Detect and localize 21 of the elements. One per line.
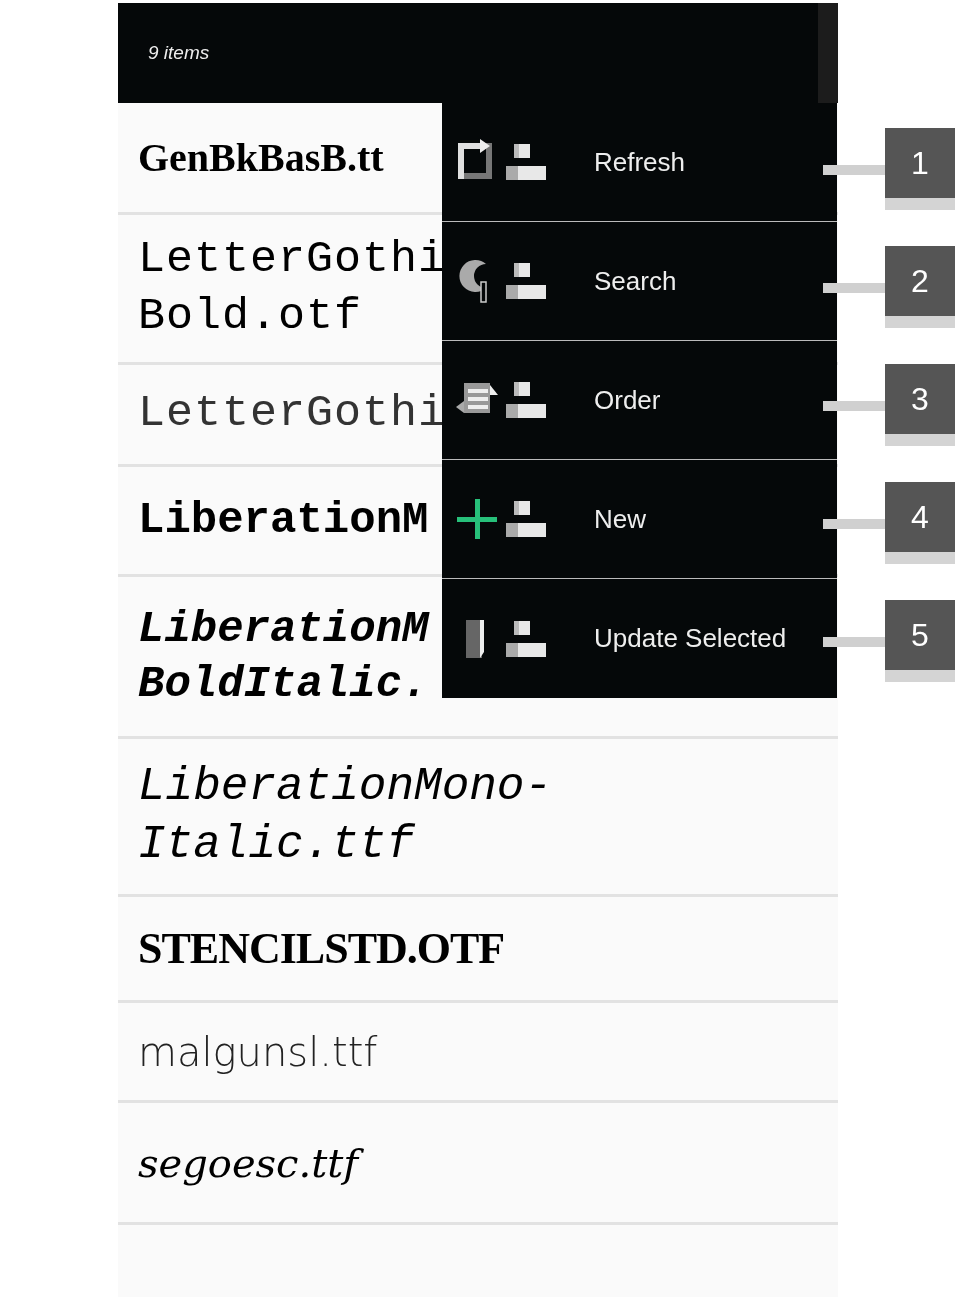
file-name: Bold.otf xyxy=(138,289,364,344)
callout-number: 3 xyxy=(885,364,955,446)
file-name: LiberationMono- xyxy=(138,760,554,815)
item-count: 9 items xyxy=(148,42,210,64)
file-name: GenBkBasB.tt xyxy=(138,133,385,182)
file-name: Italic.ttf xyxy=(138,817,416,873)
callout-number: 2 xyxy=(885,246,955,328)
file-name: STENCILSTD.OTF xyxy=(138,923,506,975)
callout-number: 4 xyxy=(885,482,955,564)
file-name: BoldItalic. xyxy=(138,657,430,711)
callout-number: 1 xyxy=(885,128,955,210)
file-name: LiberationM xyxy=(138,602,431,656)
menu-label: Refresh xyxy=(594,146,686,178)
file-name: LiberationM xyxy=(138,494,430,547)
menu-label: Update Selected xyxy=(594,623,787,654)
menu-label: Order xyxy=(594,384,661,416)
file-name: malgunsl.ttf xyxy=(138,1027,379,1077)
menu-label: New xyxy=(594,503,646,535)
menu-label: Search xyxy=(594,265,677,297)
callout-number: 5 xyxy=(885,600,955,682)
file-name: segoesc.ttf xyxy=(138,1137,367,1188)
